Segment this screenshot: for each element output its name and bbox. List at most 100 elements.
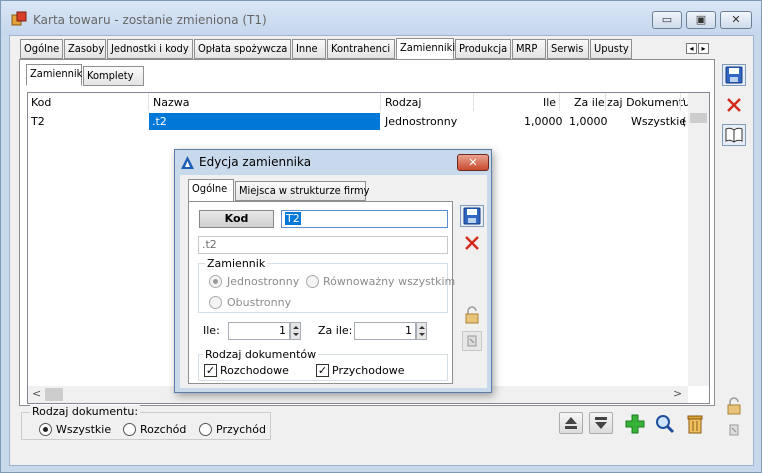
floppy-disk-icon	[463, 207, 481, 225]
vertical-scroll-thumb[interactable]	[690, 113, 707, 123]
col-header-rodzaj[interactable]: Rodzaj	[385, 96, 421, 109]
zamiennik-group-title: Zamiennik	[205, 257, 268, 270]
vertical-scrollbar[interactable]	[688, 93, 709, 386]
tab-scroll-right-icon[interactable]: ▸	[698, 43, 709, 54]
cell-nazwa-selected[interactable]: .t2	[149, 113, 380, 130]
checkbox-przychodowe[interactable]: ✓	[316, 364, 329, 377]
col-header-rodzaj-dokumentu[interactable]: zaj Dokumentu	[607, 96, 690, 109]
minimize-button[interactable]: ▭	[652, 11, 682, 29]
radio-rozchod-label: Rozchód	[140, 423, 187, 436]
checkbox-przychodowe-label: Przychodowe	[332, 364, 405, 377]
dictionary-button[interactable]	[722, 124, 746, 146]
red-x-icon	[465, 236, 479, 250]
dialog-tab-miejsca[interactable]: Miejsca w strukturze firmy	[235, 181, 370, 201]
tab-kontrahenci[interactable]: Kontrahenci	[327, 39, 395, 59]
col-header-ile[interactable]: Ile	[543, 96, 556, 109]
za-ile-label: Za ile:	[318, 324, 353, 337]
cell-extra: (	[682, 115, 687, 128]
col-header-kod[interactable]: Kod	[31, 96, 51, 109]
tab-mrp[interactable]: MRP	[512, 39, 546, 59]
padlock-icon	[465, 306, 479, 324]
dialog-unlock-button[interactable]	[460, 305, 484, 327]
radio-rownowazny[interactable]	[306, 275, 319, 288]
radio-rownowazny-label: Równoważny wszystkim	[323, 275, 456, 288]
tab-zasoby[interactable]: Zasoby	[64, 39, 106, 59]
cell-rodzaj: Jednostronny	[385, 115, 458, 128]
tab-inne[interactable]: Inne	[292, 39, 326, 59]
radio-przychod[interactable]	[199, 423, 212, 436]
add-button[interactable]	[623, 412, 647, 434]
col-header-nazwa[interactable]: Nazwa	[153, 96, 189, 109]
subtab-komplety[interactable]: Komplety	[83, 66, 144, 86]
horizontal-scroll-thumb[interactable]	[45, 388, 63, 401]
checkbox-rozchodowe-label: Rozchodowe	[220, 364, 289, 377]
scroll-right-arrow[interactable]: >	[673, 387, 682, 400]
dialog-tab-ogolne[interactable]: Ogólne	[188, 179, 234, 202]
title-bar: Karta towaru - zostanie zmieniona (T1) ▭…	[1, 1, 761, 35]
flag-icon	[467, 335, 477, 347]
col-header-za-ile[interactable]: Za ile	[574, 96, 605, 109]
tab-zamienniki[interactable]: Zamienniki	[396, 38, 455, 60]
arrow-up-icon	[565, 417, 577, 429]
subtab-zamienniki[interactable]: Zamienniki	[26, 64, 85, 86]
radio-obustronny[interactable]	[209, 296, 222, 309]
radio-obustronny-label: Obustronny	[227, 296, 292, 309]
za-ile-spinner-icon[interactable]	[416, 322, 427, 340]
edycja-zamiennika-dialog: Edycja zamiennika ✕ Ogólne Miejsca w str…	[174, 149, 492, 393]
rodzaj-dokumentow-group: Rodzaj dokumentów ✓ Rozchodowe ✓ Przycho…	[198, 348, 448, 381]
attributes-button[interactable]	[722, 421, 746, 443]
ile-spinner-icon[interactable]	[290, 322, 301, 340]
radio-wszystkie[interactable]	[39, 423, 52, 436]
preview-button[interactable]	[653, 412, 677, 434]
dialog-app-icon	[181, 156, 194, 169]
dialog-save-button[interactable]	[460, 205, 484, 227]
tab-upusty[interactable]: Upusty	[590, 39, 632, 59]
scroll-left-arrow[interactable]: <	[32, 387, 41, 400]
tab-ogolne[interactable]: Ogólne	[20, 39, 63, 59]
delete-button[interactable]	[722, 94, 746, 116]
checkbox-rozchodowe[interactable]: ✓	[204, 364, 217, 377]
radio-przychod-label: Przychód	[216, 423, 266, 436]
ile-input[interactable]: 1	[228, 322, 290, 340]
col-header-extra[interactable]: '	[682, 96, 685, 109]
move-down-button[interactable]	[589, 412, 613, 434]
main-tabs: Ogólne Zasoby Jednostki i kody Opłata sp…	[20, 38, 650, 60]
doc-type-group: Rodzaj dokumentu: Wszystkie Rozchód Przy…	[21, 405, 271, 440]
rodzaj-dokumentow-title: Rodzaj dokumentów	[203, 348, 319, 361]
move-up-button[interactable]	[559, 412, 583, 434]
app-icon	[11, 11, 27, 26]
tab-scroll-left-icon[interactable]: ◂	[686, 43, 697, 54]
open-book-icon	[725, 127, 743, 143]
dialog-close-button[interactable]: ✕	[457, 154, 489, 171]
dialog-cancel-button[interactable]	[460, 232, 484, 254]
radio-jednostronny[interactable]	[209, 275, 222, 288]
name-field[interactable]: .t2	[198, 236, 448, 254]
tab-oplata-spozywcza[interactable]: Opłata spożywcza	[194, 39, 291, 59]
dialog-attributes-button[interactable]	[462, 331, 482, 351]
tab-jednostki-i-kody[interactable]: Jednostki i kody	[107, 39, 193, 59]
cell-ile: 1,0000	[524, 115, 563, 128]
table-row[interactable]: T2 .t2 Jednostronny 1,0000 1,0000 Wszyst…	[28, 113, 688, 130]
dialog-title: Edycja zamiennika	[199, 155, 312, 169]
zamiennik-group: Zamiennik Jednostronny Równoważny wszyst…	[198, 257, 455, 313]
kod-input[interactable]: T2	[281, 210, 448, 228]
trash-button[interactable]	[683, 412, 707, 434]
cell-nazwa: .t2	[152, 115, 167, 128]
padlock-icon	[727, 397, 741, 415]
radio-wszystkie-label: Wszystkie	[56, 423, 112, 436]
unlock-button[interactable]	[722, 396, 746, 418]
za-ile-input[interactable]: 1	[354, 322, 416, 340]
kod-button[interactable]: Kod	[199, 210, 274, 228]
cell-rodzaj-dokumentu: Wszystkie	[631, 115, 687, 128]
floppy-disk-icon	[725, 66, 743, 84]
radio-rozchod[interactable]	[123, 423, 136, 436]
save-button[interactable]	[722, 64, 746, 86]
tab-serwis[interactable]: Serwis	[547, 39, 589, 59]
kod-input-value: T2	[285, 212, 301, 225]
tab-produkcja[interactable]: Produkcja	[455, 39, 511, 59]
grid-header: Kod Nazwa Rodzaj Ile Za ile zaj Dokument…	[28, 93, 709, 111]
restore-button[interactable]: ▣	[686, 11, 716, 29]
cell-za-ile: 1,0000	[569, 115, 608, 128]
close-window-button[interactable]: ✕	[720, 11, 752, 29]
doc-type-title: Rodzaj dokumentu:	[30, 405, 141, 418]
